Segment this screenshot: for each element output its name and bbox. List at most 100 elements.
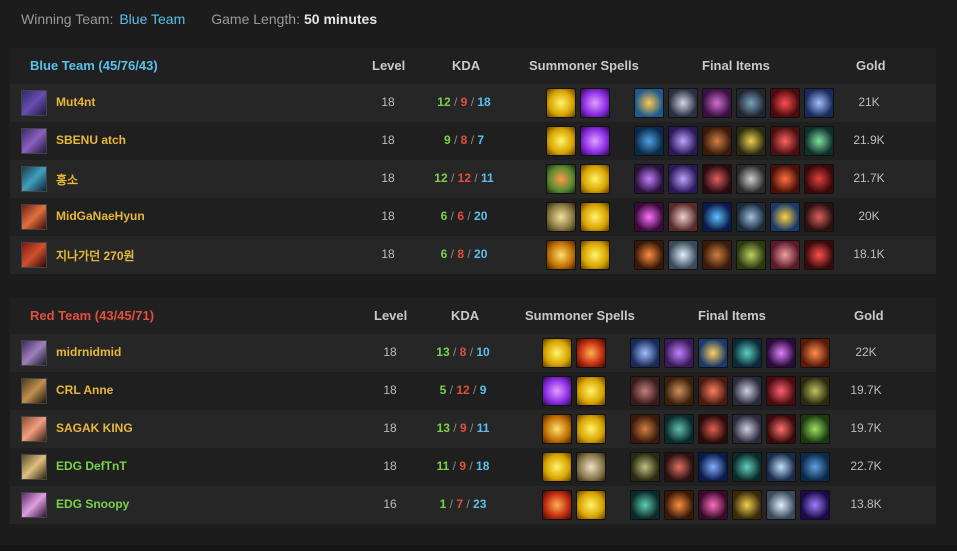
- champion-portrait[interactable]: [21, 128, 47, 154]
- smite-spell-icon[interactable]: [542, 414, 572, 444]
- item-icon[interactable]: [702, 202, 732, 232]
- item-icon[interactable]: [630, 414, 660, 444]
- item-icon[interactable]: [766, 338, 796, 368]
- item-icon[interactable]: [804, 240, 834, 270]
- item-icon[interactable]: [804, 126, 834, 156]
- item-icon[interactable]: [634, 164, 664, 194]
- champion-portrait[interactable]: [21, 204, 47, 230]
- item-icon[interactable]: [766, 376, 796, 406]
- item-icon[interactable]: [800, 452, 830, 482]
- item-icon[interactable]: [634, 88, 664, 118]
- item-icon[interactable]: [698, 414, 728, 444]
- flash-spell-icon[interactable]: [542, 452, 572, 482]
- flash-spell-icon[interactable]: [546, 88, 576, 118]
- champion-portrait[interactable]: [21, 166, 47, 192]
- player-name[interactable]: MidGaNaeHyun: [56, 209, 145, 223]
- item-icon[interactable]: [770, 164, 800, 194]
- champion-portrait[interactable]: [21, 340, 47, 366]
- player-row[interactable]: Mut4nt 18 12 / 9 / 18 21K: [10, 84, 936, 122]
- item-icon[interactable]: [736, 126, 766, 156]
- item-icon[interactable]: [668, 202, 698, 232]
- item-icon[interactable]: [668, 164, 698, 194]
- item-icon[interactable]: [736, 240, 766, 270]
- flash-spell-icon[interactable]: [546, 126, 576, 156]
- ignite-spell-icon[interactable]: [542, 490, 572, 520]
- item-icon[interactable]: [634, 202, 664, 232]
- player-row[interactable]: SBENU atch 18 9 / 8 / 7 21.9K: [10, 122, 936, 160]
- item-icon[interactable]: [702, 88, 732, 118]
- flash-spell-icon[interactable]: [576, 414, 606, 444]
- item-icon[interactable]: [630, 376, 660, 406]
- player-row[interactable]: EDG DefTnT 18 11 / 9 / 18 22.7K: [10, 448, 936, 486]
- item-icon[interactable]: [698, 376, 728, 406]
- item-icon[interactable]: [800, 338, 830, 368]
- player-name[interactable]: SBENU atch: [56, 133, 126, 147]
- champion-portrait[interactable]: [21, 90, 47, 116]
- player-row[interactable]: EDG Snoopy 16 1 / 7 / 23 13.8K: [10, 486, 936, 524]
- item-icon[interactable]: [664, 338, 694, 368]
- item-icon[interactable]: [668, 240, 698, 270]
- item-icon[interactable]: [736, 88, 766, 118]
- champion-portrait[interactable]: [21, 378, 47, 404]
- item-icon[interactable]: [766, 414, 796, 444]
- item-icon[interactable]: [804, 164, 834, 194]
- player-name[interactable]: EDG Snoopy: [56, 497, 129, 511]
- flash-spell-icon[interactable]: [580, 240, 610, 270]
- item-icon[interactable]: [732, 338, 762, 368]
- flash-spell-icon[interactable]: [576, 490, 606, 520]
- item-icon[interactable]: [736, 202, 766, 232]
- exhaust-spell-icon[interactable]: [546, 202, 576, 232]
- player-row[interactable]: CRL Anne 18 5 / 12 / 9 19.7K: [10, 372, 936, 410]
- item-icon[interactable]: [698, 452, 728, 482]
- player-row[interactable]: MidGaNaeHyun 18 6 / 6 / 20 20K: [10, 198, 936, 236]
- player-name[interactable]: 지나가던 270원: [56, 247, 135, 264]
- item-icon[interactable]: [664, 376, 694, 406]
- player-name[interactable]: CRL Anne: [56, 383, 113, 397]
- item-icon[interactable]: [766, 490, 796, 520]
- player-row[interactable]: SAGAK KING 18 13 / 9 / 11 19.7K: [10, 410, 936, 448]
- item-icon[interactable]: [702, 240, 732, 270]
- item-icon[interactable]: [770, 126, 800, 156]
- flash-spell-icon[interactable]: [542, 338, 572, 368]
- item-icon[interactable]: [630, 338, 660, 368]
- item-icon[interactable]: [800, 376, 830, 406]
- item-icon[interactable]: [804, 88, 834, 118]
- smite-spell-icon[interactable]: [546, 240, 576, 270]
- flash-spell-icon[interactable]: [580, 164, 610, 194]
- champion-portrait[interactable]: [21, 492, 47, 518]
- player-row[interactable]: 지나가던 270원 18 6 / 8 / 20 18.1K: [10, 236, 936, 274]
- teleport-spell-icon[interactable]: [580, 126, 610, 156]
- teleport-spell-icon[interactable]: [542, 376, 572, 406]
- item-icon[interactable]: [664, 490, 694, 520]
- item-icon[interactable]: [770, 202, 800, 232]
- item-icon[interactable]: [630, 452, 660, 482]
- item-icon[interactable]: [702, 164, 732, 194]
- heal-spell-icon[interactable]: [576, 452, 606, 482]
- ignite-spell-icon[interactable]: [546, 164, 576, 194]
- champion-portrait[interactable]: [21, 242, 47, 268]
- teleport-spell-icon[interactable]: [580, 88, 610, 118]
- item-icon[interactable]: [698, 490, 728, 520]
- item-icon[interactable]: [732, 414, 762, 444]
- player-name[interactable]: Mut4nt: [56, 95, 95, 109]
- item-icon[interactable]: [800, 414, 830, 444]
- item-icon[interactable]: [664, 452, 694, 482]
- player-name[interactable]: 홍소: [56, 171, 78, 188]
- flash-spell-icon[interactable]: [580, 202, 610, 232]
- ignite-spell-icon[interactable]: [576, 338, 606, 368]
- item-icon[interactable]: [770, 240, 800, 270]
- item-icon[interactable]: [770, 88, 800, 118]
- item-icon[interactable]: [800, 490, 830, 520]
- item-icon[interactable]: [698, 338, 728, 368]
- item-icon[interactable]: [664, 414, 694, 444]
- player-name[interactable]: midrnidmid: [56, 345, 121, 359]
- player-name[interactable]: EDG DefTnT: [56, 459, 127, 473]
- item-icon[interactable]: [702, 126, 732, 156]
- item-icon[interactable]: [634, 240, 664, 270]
- champion-portrait[interactable]: [21, 416, 47, 442]
- item-icon[interactable]: [804, 202, 834, 232]
- player-row[interactable]: 홍소 18 12 / 12 / 11 21.7K: [10, 160, 936, 198]
- player-row[interactable]: midrnidmid 18 13 / 8 / 10 22K: [10, 334, 936, 372]
- item-icon[interactable]: [668, 126, 698, 156]
- item-icon[interactable]: [630, 490, 660, 520]
